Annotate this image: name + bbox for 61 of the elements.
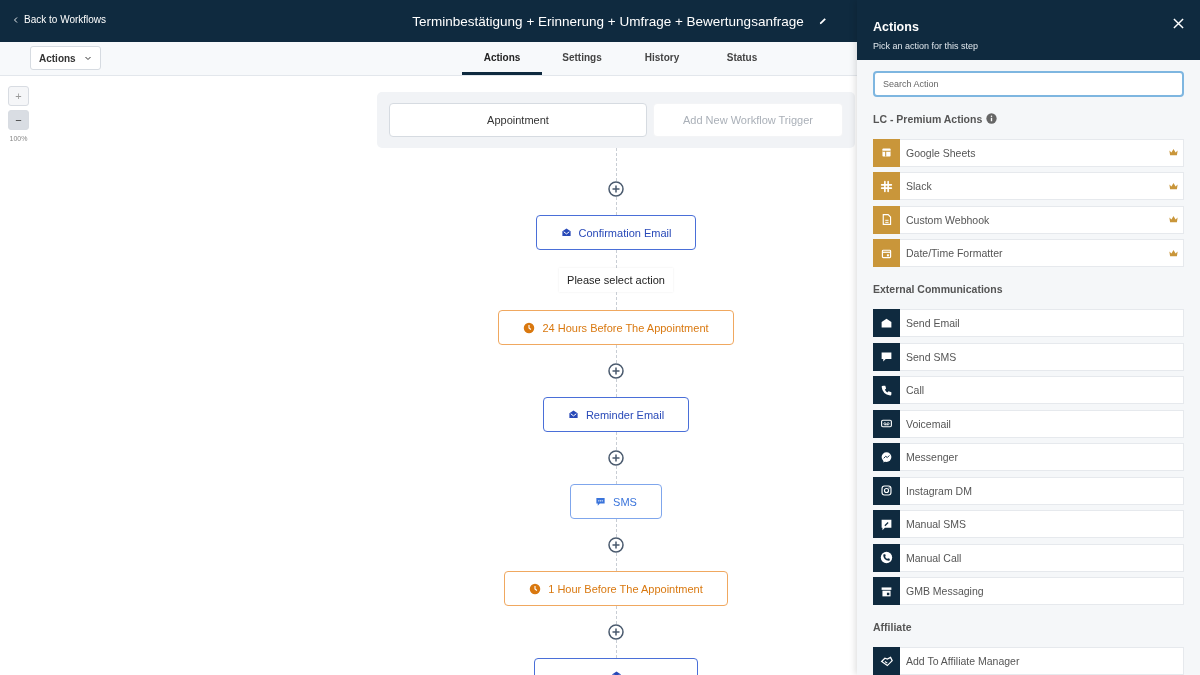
phone-icon bbox=[880, 383, 893, 397]
action-item[interactable]: Send Email bbox=[873, 309, 1184, 337]
clock-icon bbox=[523, 321, 536, 334]
tab[interactable]: Actions bbox=[462, 42, 542, 75]
crown-icon bbox=[1168, 214, 1179, 225]
placeholder-node[interactable]: Please select action bbox=[559, 268, 673, 292]
chat-icon bbox=[880, 350, 893, 363]
panel-subtitle: Pick an action for this step bbox=[873, 41, 979, 51]
workflow-title: Terminbestätigung + Erinnerung + Umfrage + Bewertungsanfrage bbox=[412, 13, 804, 29]
hash-icon bbox=[880, 179, 893, 193]
action-item[interactable]: Call bbox=[873, 376, 1184, 404]
trigger-node[interactable]: Appointment bbox=[389, 103, 647, 137]
action-item[interactable]: GMB Messaging bbox=[873, 577, 1184, 605]
action-node[interactable]: Reminder Email bbox=[542, 397, 690, 432]
search-field[interactable]: Search Action bbox=[873, 70, 1184, 97]
action-item[interactable]: Manual SMS bbox=[873, 510, 1184, 538]
chevron-left-icon bbox=[12, 15, 20, 24]
plus-circle-icon bbox=[608, 537, 624, 553]
camera-icon bbox=[880, 484, 893, 497]
crown-icon bbox=[1168, 247, 1179, 259]
actions-dropdown[interactable]: Actions bbox=[30, 46, 101, 70]
tab[interactable]: Status bbox=[702, 42, 782, 75]
tab[interactable]: History bbox=[622, 42, 702, 75]
action-item[interactable]: Date/Time Formatter bbox=[873, 239, 1184, 267]
pencil-chat-icon bbox=[880, 517, 893, 531]
plus-circle-icon bbox=[608, 450, 624, 466]
table-icon bbox=[880, 146, 893, 159]
chat-icon bbox=[595, 496, 607, 507]
action-item[interactable]: Instagram DM bbox=[873, 476, 1184, 505]
section-heading: Affiliate bbox=[873, 621, 912, 633]
action-item[interactable]: Slack bbox=[873, 172, 1184, 200]
cassette-icon bbox=[880, 417, 893, 430]
pencil-icon bbox=[817, 16, 828, 26]
crown-icon bbox=[1168, 147, 1179, 158]
section-heading: LC - Premium Actions bbox=[873, 112, 983, 125]
back-link[interactable]: Back to Workflows bbox=[12, 14, 107, 25]
tab[interactable]: Settings bbox=[542, 42, 622, 75]
phone-circle-icon bbox=[880, 551, 893, 564]
action-node[interactable]: SMS bbox=[570, 484, 662, 519]
action-item[interactable]: Manual Call bbox=[873, 543, 1184, 572]
document-icon bbox=[880, 213, 893, 226]
action-item[interactable]: Voicemail bbox=[873, 409, 1184, 438]
action-item[interactable]: Add To Affiliate Manager bbox=[873, 647, 1184, 675]
action-item[interactable]: Custom Webhook bbox=[873, 205, 1184, 234]
section-heading: External Communications bbox=[873, 283, 1003, 295]
plus-circle-icon bbox=[608, 363, 624, 379]
action-node[interactable]: Confirmation Email bbox=[535, 215, 697, 250]
close-button[interactable] bbox=[1173, 18, 1184, 29]
clock-icon bbox=[529, 582, 542, 595]
store-icon bbox=[880, 584, 893, 598]
plus-circle-icon bbox=[608, 181, 624, 197]
chevron-down-icon bbox=[83, 54, 92, 62]
chat-bubble-icon bbox=[880, 450, 893, 464]
action-item[interactable]: Google Sheets bbox=[873, 138, 1184, 167]
info-icon bbox=[986, 113, 998, 124]
action-item[interactable]: Messenger bbox=[873, 443, 1184, 471]
plus-circle-icon bbox=[608, 624, 624, 640]
crown-icon bbox=[1168, 180, 1179, 192]
action-item[interactable]: Send SMS bbox=[873, 342, 1184, 371]
zoom-out-button[interactable]: − bbox=[8, 110, 29, 130]
panel-title: Actions bbox=[873, 20, 919, 34]
